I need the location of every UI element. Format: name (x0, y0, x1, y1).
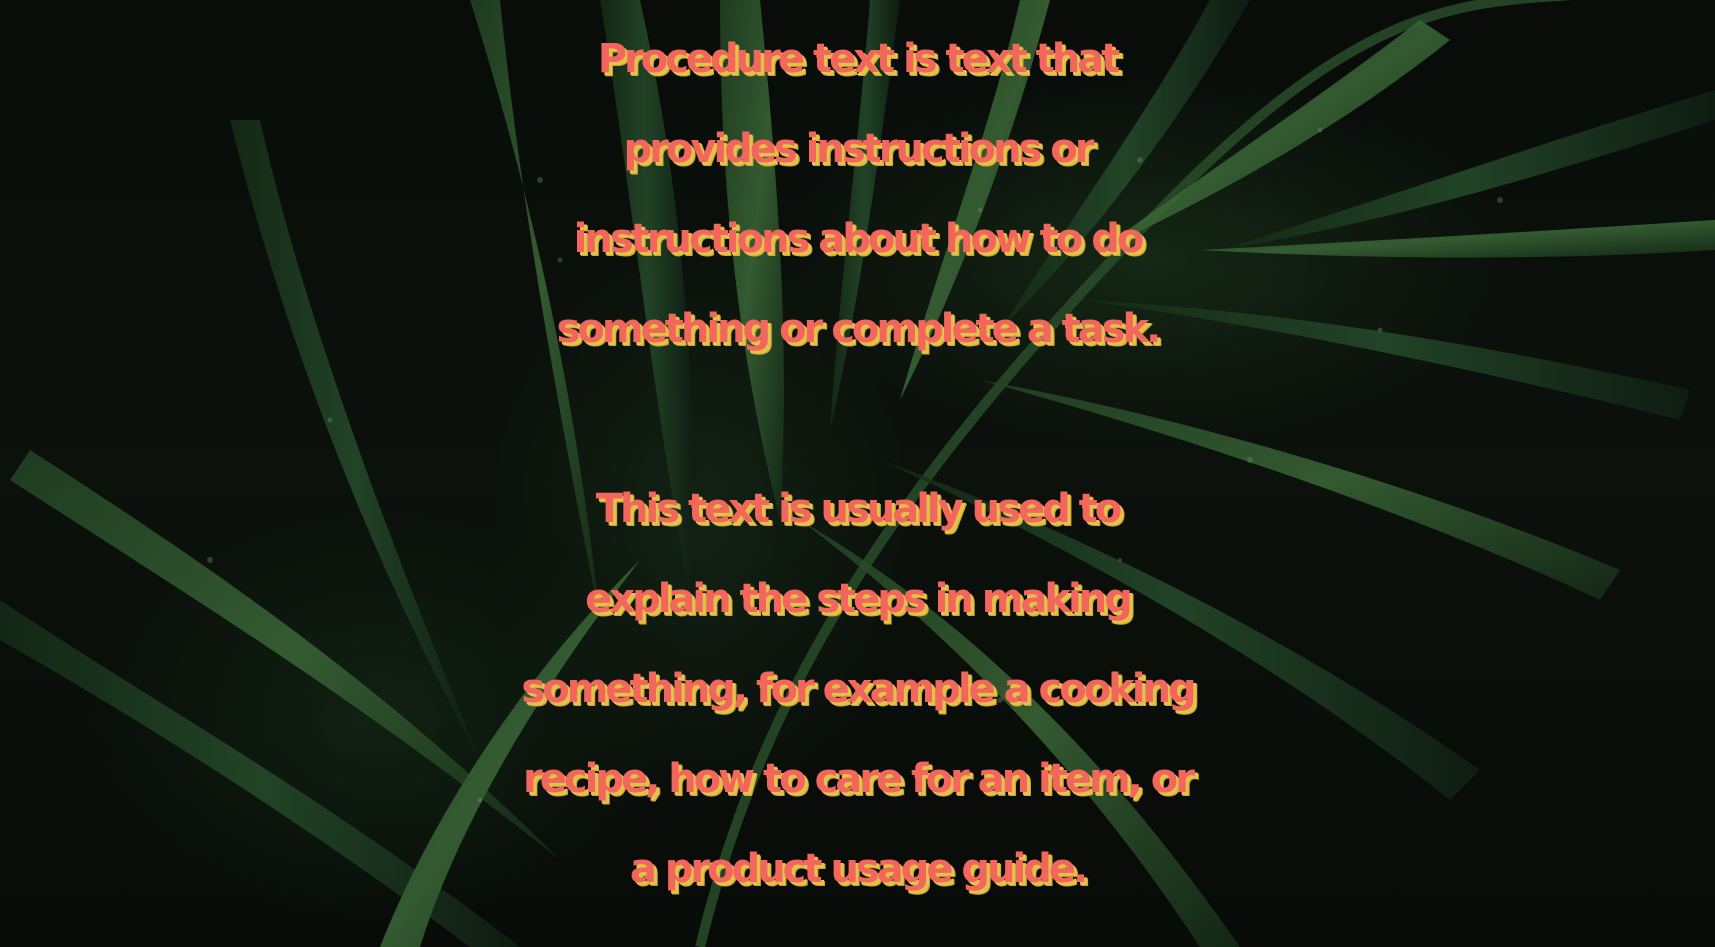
text-line: something, for example a cooking (521, 666, 1196, 712)
text-line: a product usage guide. (629, 846, 1088, 892)
text-line: Procedure text is text that (597, 36, 1121, 82)
paragraph-usage: This text is usually used to explain the… (0, 464, 1715, 914)
paragraph-definition: Procedure text is text that provides ins… (0, 14, 1715, 374)
text-line: explain the steps in making (585, 576, 1133, 622)
text-line: provides instructions or (623, 126, 1095, 172)
procedure-text-block: Procedure text is text that provides ins… (0, 14, 1715, 914)
text-line: This text is usually used to (595, 486, 1123, 532)
text-line: something or complete a task. (556, 306, 1162, 352)
slide-canvas: Procedure text is text that provides ins… (0, 0, 1715, 947)
text-line: instructions about how to do (573, 216, 1145, 262)
text-line: recipe, how to care for an item, or (523, 756, 1195, 802)
